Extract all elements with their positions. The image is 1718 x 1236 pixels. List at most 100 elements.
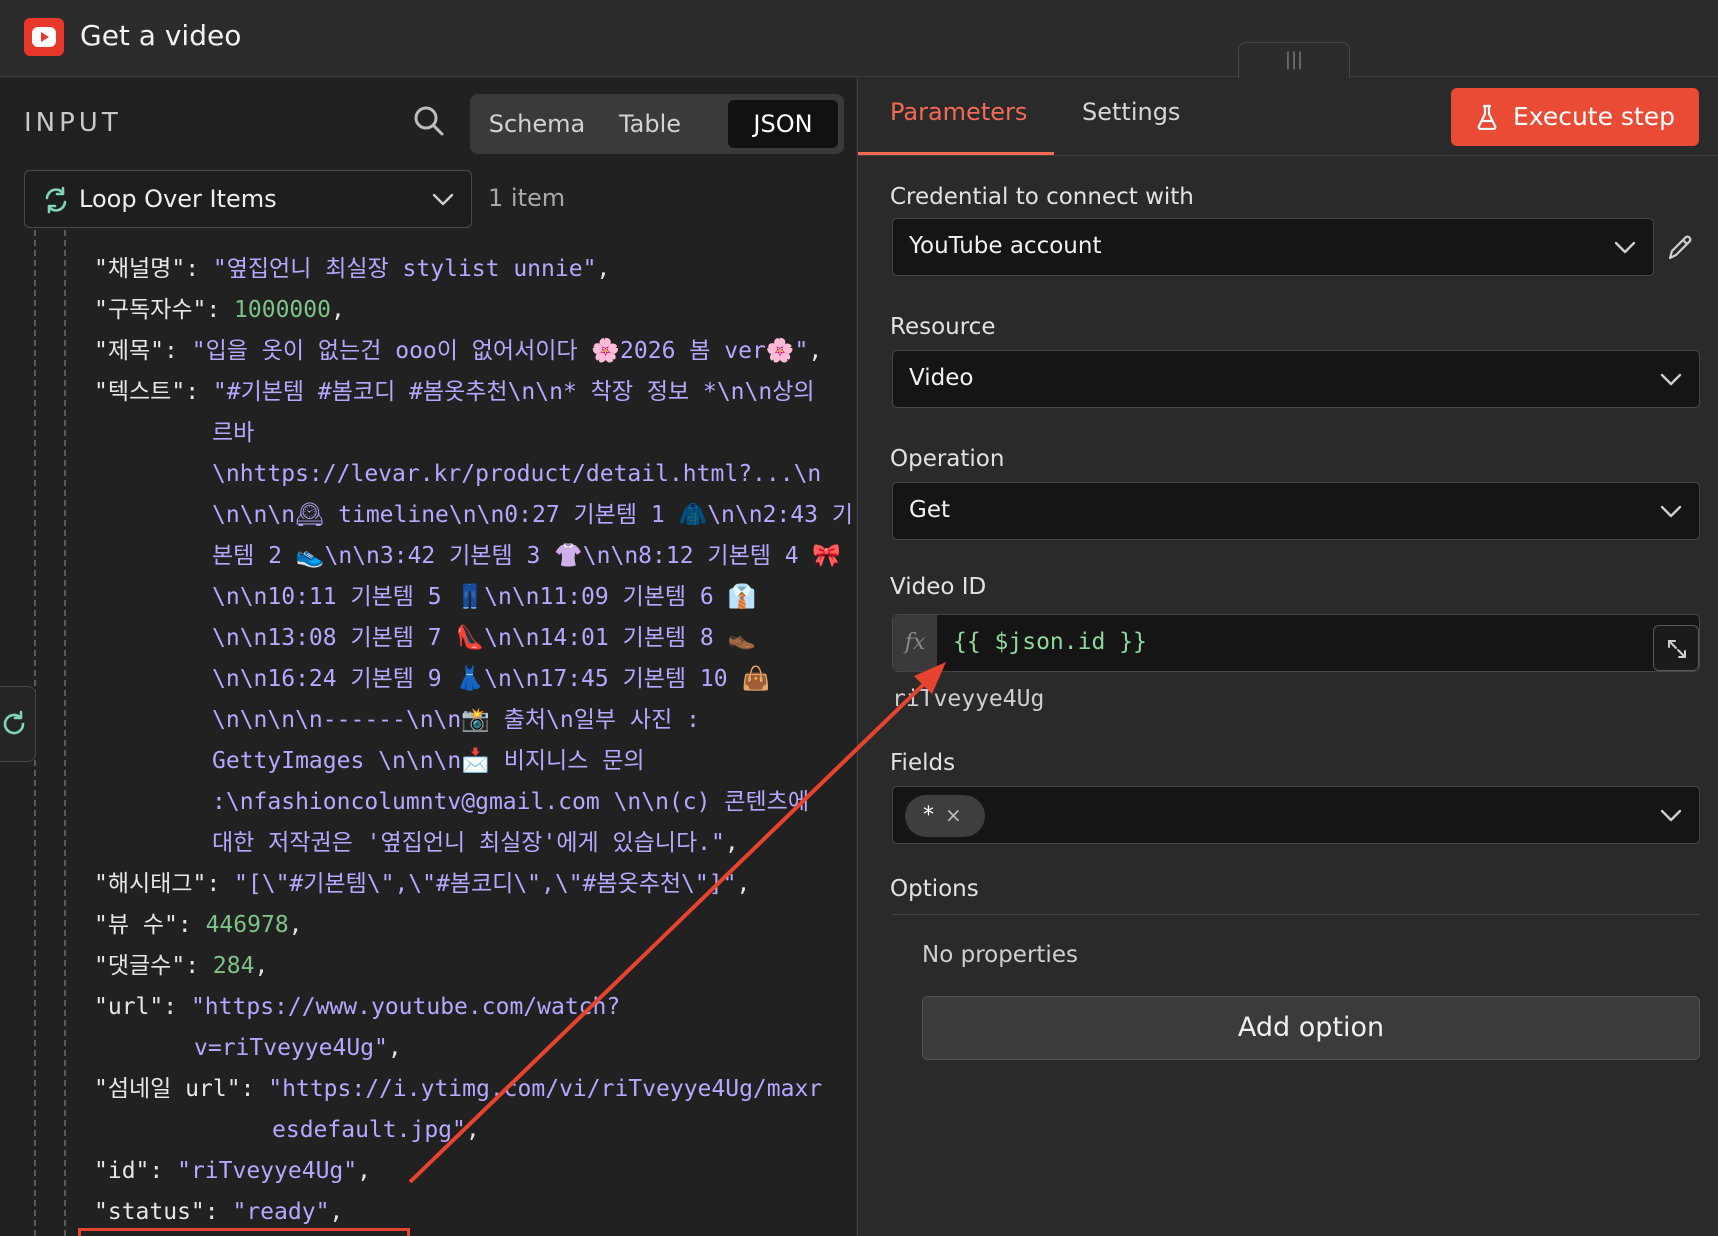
video-id-label: Video ID xyxy=(890,574,987,600)
json-value: 1000000 xyxy=(234,297,331,323)
json-value: v=riTveyye4Ug" xyxy=(194,1035,388,1061)
json-line: \n\n13:08 기본템 7 👠\n\n14:01 기본템 8 👞 xyxy=(212,619,756,657)
json-punctuation: , xyxy=(288,912,303,938)
fields-select[interactable]: * × xyxy=(892,786,1700,844)
json-punctuation: , xyxy=(329,1199,344,1225)
json-separator: : xyxy=(185,953,213,979)
json-value: GettyImages \n\n\n📩 비지니스 문의 xyxy=(212,748,645,774)
credential-label: Credential to connect with xyxy=(890,184,1194,210)
side-refresh-tab[interactable] xyxy=(0,686,36,762)
panel-drag-handle[interactable]: ||| xyxy=(1238,42,1350,78)
loop-icon xyxy=(45,186,67,214)
json-separator: : xyxy=(204,1199,233,1225)
source-node-select[interactable]: Loop Over Items xyxy=(24,170,472,228)
chevron-down-icon xyxy=(1614,241,1636,254)
resource-label: Resource xyxy=(890,314,996,340)
options-label: Options xyxy=(890,876,979,902)
credential-select[interactable]: YouTube account xyxy=(892,218,1654,276)
input-panel: INPUT Schema Table JSON Loop Over Items … xyxy=(0,78,856,1236)
youtube-logo-icon xyxy=(24,18,64,56)
chevron-down-icon xyxy=(1660,505,1682,518)
json-line: 대한 저작권은 '옆집언니 최실장'에게 있습니다.", xyxy=(212,824,739,862)
execute-step-button[interactable]: Execute step xyxy=(1451,88,1699,146)
json-line: "제목": "입을 옷이 없는건 ooo이 없어서이다 🌸2026 봄 ver🌸… xyxy=(94,332,822,370)
item-count: 1 item xyxy=(488,184,566,212)
json-value: \nhttps://levar.kr/product/detail.html?.… xyxy=(212,461,822,487)
json-punctuation: , xyxy=(254,953,269,979)
video-id-expression-input[interactable]: fx {{ $json.id }} xyxy=(892,614,1700,672)
tab-table[interactable]: Table xyxy=(600,100,700,148)
json-line: "댓글수": 284, xyxy=(94,947,268,985)
json-separator: : xyxy=(163,994,191,1020)
json-punctuation: , xyxy=(724,830,739,856)
video-id-expression[interactable]: {{ $json.id }} xyxy=(953,629,1147,655)
resource-select[interactable]: Video xyxy=(892,350,1700,408)
json-punctuation: , xyxy=(808,338,823,364)
json-value: "옆집언니 최실장 stylist unnie" xyxy=(212,256,597,282)
tab-json[interactable]: JSON xyxy=(728,100,838,148)
json-line: "채널명": "옆집언니 최실장 stylist unnie", xyxy=(94,250,610,288)
json-line: GettyImages \n\n\n📩 비지니스 문의 xyxy=(212,742,645,780)
json-key: "채널명" xyxy=(94,256,186,282)
json-value: \n\n\n🕰 timeline\n\n0:27 기본템 1 🧥\n\n2:43… xyxy=(212,502,853,528)
json-value: "#기본템 #봄코디 #봄옷추천\n\n* 착장 정보 *\n\n상의 xyxy=(212,379,815,405)
json-separator: : xyxy=(177,912,206,938)
search-icon[interactable] xyxy=(412,104,446,138)
close-icon[interactable]: × xyxy=(945,803,962,827)
json-key: "status" xyxy=(94,1199,205,1225)
json-line: \n\n\n🕰 timeline\n\n0:27 기본템 1 🧥\n\n2:43… xyxy=(212,496,853,534)
json-line: 르바 xyxy=(212,414,254,452)
json-punctuation: , xyxy=(387,1035,402,1061)
json-value: \n\n\n\n------\n\n📸 출처\n일부 사진 : xyxy=(212,707,700,733)
json-separator: : xyxy=(149,1158,178,1184)
input-panel-label: INPUT xyxy=(24,108,122,138)
view-mode-tabs: Schema Table JSON xyxy=(470,94,844,154)
json-line: "status": "ready", xyxy=(94,1193,343,1231)
json-separator: : xyxy=(164,338,192,364)
json-value: 284 xyxy=(212,953,255,979)
edit-credential-pencil-icon[interactable] xyxy=(1664,232,1696,264)
options-divider xyxy=(892,914,1700,915)
json-key: "섬네일 url" xyxy=(94,1076,241,1102)
json-key: "댓글수" xyxy=(94,953,186,979)
resource-value: Video xyxy=(909,365,974,391)
json-key: "텍스트" xyxy=(94,379,186,405)
json-value: "riTveyye4Ug" xyxy=(177,1158,358,1184)
json-key: "해시태그" xyxy=(94,871,207,897)
chevron-down-icon xyxy=(432,193,454,206)
indent-guide xyxy=(64,230,66,1236)
json-value: "ready" xyxy=(232,1199,330,1225)
fx-icon: fx xyxy=(893,615,937,671)
fields-chip[interactable]: * × xyxy=(905,795,985,837)
tab-settings[interactable]: Settings xyxy=(1082,98,1180,126)
chevron-down-icon xyxy=(1660,809,1682,822)
json-separator: : xyxy=(185,379,213,405)
json-punctuation: , xyxy=(465,1117,480,1143)
expand-expression-button[interactable] xyxy=(1653,625,1699,671)
tabs-divider xyxy=(858,155,1718,156)
operation-select[interactable]: Get xyxy=(892,482,1700,540)
json-view[interactable]: "채널명": "옆집언니 최실장 stylist unnie", "구독자수": … xyxy=(0,230,856,1236)
json-line: :\nfashioncolumntv@gmail.com \n\n(c) 콘텐츠… xyxy=(212,783,809,821)
chevron-down-icon xyxy=(1660,373,1682,386)
tab-parameters[interactable]: Parameters xyxy=(890,98,1027,126)
json-line: "텍스트": "#기본템 #봄코디 #봄옷추천\n\n* 착장 정보 *\n\n… xyxy=(94,373,815,411)
json-line: "id": "riTveyye4Ug", xyxy=(94,1152,371,1190)
json-punctuation: , xyxy=(330,297,345,323)
json-line: "섬네일 url": "https://i.ytimg.com/vi/riTve… xyxy=(94,1070,822,1108)
node-title[interactable]: Get a video xyxy=(80,18,241,54)
execute-step-label: Execute step xyxy=(1513,102,1675,131)
flask-icon xyxy=(1477,104,1497,130)
json-line: \nhttps://levar.kr/product/detail.html?.… xyxy=(212,455,821,493)
json-line: 본템 2 👟\n\n3:42 기본템 3 👚\n\n8:12 기본템 4 🎀 xyxy=(212,537,841,575)
json-value: 본템 2 👟\n\n3:42 기본템 3 👚\n\n8:12 기본템 4 🎀 xyxy=(212,543,842,569)
fields-label: Fields xyxy=(890,750,956,776)
json-key: "id" xyxy=(94,1158,150,1184)
json-value: 446978 xyxy=(205,912,289,938)
json-punctuation: , xyxy=(596,256,611,282)
tab-schema[interactable]: Schema xyxy=(476,100,598,148)
add-option-button[interactable]: Add option xyxy=(922,996,1700,1060)
json-key: "url" xyxy=(94,994,164,1020)
json-value: \n\n10:11 기본템 5 👖\n\n11:09 기본템 6 👔 xyxy=(212,584,757,610)
json-value: 대한 저작권은 '옆집언니 최실장'에게 있습니다." xyxy=(212,830,725,856)
